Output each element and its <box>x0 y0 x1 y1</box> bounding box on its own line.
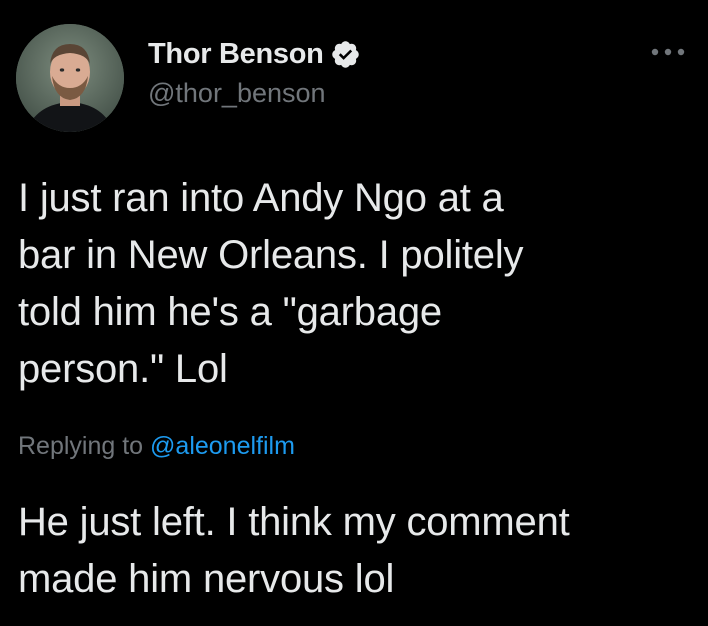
author-block[interactable]: Thor Benson @thor_benson <box>148 36 361 109</box>
reply-context: Replying to @aleonelfilm <box>18 432 295 461</box>
reply-prefix: Replying to <box>18 432 151 460</box>
tweet-text: I just ran into Andy Ngo at a bar in New… <box>18 176 524 391</box>
avatar-photo <box>16 24 124 132</box>
more-options-icon[interactable] <box>648 44 688 60</box>
reply-mention-link[interactable]: @aleonelfilm <box>150 432 295 460</box>
author-handle[interactable]: @thor_benson <box>148 78 361 109</box>
tweet: Thor Benson @thor_benson I just ran into… <box>0 0 708 626</box>
name-row: Thor Benson <box>148 36 361 72</box>
display-name[interactable]: Thor Benson <box>148 38 324 71</box>
verified-badge-icon <box>330 39 361 70</box>
avatar[interactable] <box>16 24 124 132</box>
reply-text: He just left. I think my comment made hi… <box>18 500 570 601</box>
